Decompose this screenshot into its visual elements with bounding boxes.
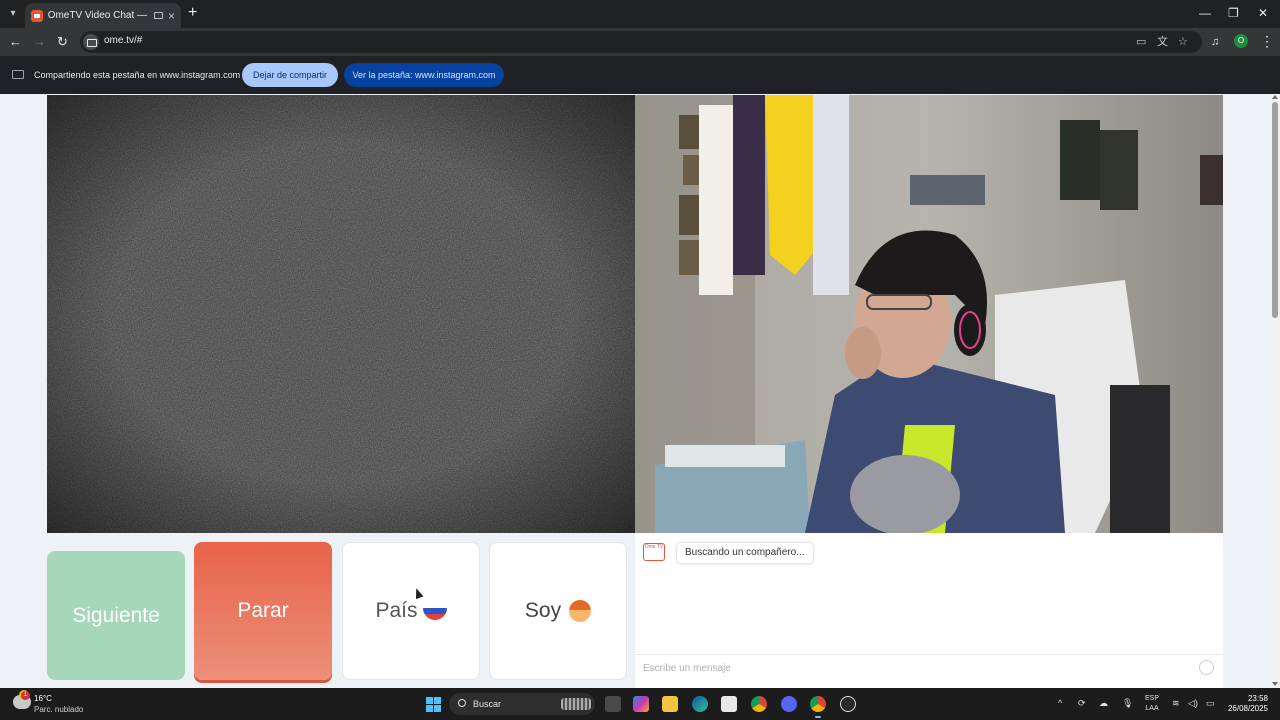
russia-flag-icon	[422, 602, 447, 620]
stop-button[interactable]: Parar	[194, 542, 332, 680]
translate-icon[interactable]: 文	[1157, 34, 1168, 50]
bookmark-star-icon[interactable]: ☆	[1178, 34, 1188, 50]
system-clock[interactable]: 23:58 26/08/2025	[1226, 694, 1268, 714]
stop-sharing-button[interactable]: Dejar de compartir	[242, 63, 338, 87]
emoji-picker-icon[interactable]	[1199, 660, 1214, 675]
site-info-icon[interactable]	[83, 34, 99, 50]
country-button-label: País	[375, 599, 418, 622]
next-button[interactable]: Siguiente	[47, 551, 185, 680]
wifi-icon[interactable]: ≋	[1172, 697, 1180, 709]
sharing-message: Compartiendo esta pestaña en www.instagr…	[34, 70, 241, 80]
url-text[interactable]: ome.tv/#	[104, 35, 142, 46]
next-button-label: Siguiente	[72, 603, 160, 627]
app-icon[interactable]	[840, 696, 856, 712]
task-view-icon[interactable]	[605, 696, 621, 712]
browser-toolbar: ← → ↻ ome.tv/# ▭ 文 ☆ ♫ O ⋮	[0, 28, 1280, 56]
chrome-active-icon[interactable]	[810, 696, 826, 718]
reload-icon[interactable]: ↻	[57, 34, 68, 50]
screen-share-icon	[12, 70, 24, 79]
tab-strip: ▾ OmeTV Video Chat — Ome × + — ❐ ✕	[0, 0, 1280, 28]
chat-panel: Ome TV Buscando un compañero...	[635, 533, 1223, 688]
tab-search-icon[interactable]: ▾	[4, 5, 22, 23]
ometv-favicon-icon	[31, 9, 43, 22]
weather-description[interactable]: Parc. nublado	[34, 705, 83, 714]
tab-sharing-infobar: Compartiendo esta pestaña en www.instagr…	[0, 56, 1280, 94]
weather-badge: 1	[21, 691, 30, 700]
chat-status-message: Buscando un compañero...	[677, 543, 813, 563]
tab-casting-icon	[154, 12, 163, 19]
close-window-button[interactable]: ✕	[1258, 6, 1268, 20]
copilot-icon[interactable]	[633, 696, 649, 712]
ometv-page: Siguiente Parar País Soy Ome TV Buscando…	[0, 94, 1270, 688]
keyboard-layout: LAA	[1145, 705, 1159, 712]
stop-button-label: Parar	[237, 599, 289, 622]
maximize-button[interactable]: ❐	[1228, 6, 1239, 20]
tab-close-icon[interactable]: ×	[168, 10, 175, 22]
view-shared-tab-button[interactable]: Ver la pestaña: www.instagram.com	[344, 63, 504, 87]
search-label: Buscar	[473, 699, 502, 709]
scrollbar-thumb[interactable]	[1272, 102, 1278, 318]
weather-temperature[interactable]: 16°C	[34, 694, 52, 703]
search-icon	[458, 699, 466, 707]
gender-select-button[interactable]: Soy	[489, 542, 627, 680]
scroll-up-arrow-icon[interactable]	[1272, 95, 1278, 99]
cast-icon[interactable]: ▭	[1136, 34, 1146, 50]
ometv-logo-icon: Ome TV	[643, 543, 665, 561]
chat-input-bar	[635, 654, 1223, 680]
windows-taskbar: 1 16°C Parc. nublado Buscar ^ ⟳ ☁ 🎙 ESP …	[0, 688, 1280, 720]
input-language[interactable]: ESP LAA	[1145, 694, 1159, 714]
file-explorer-icon[interactable]	[662, 696, 678, 712]
edge-icon[interactable]	[692, 696, 708, 712]
clock-time: 23:58	[1247, 694, 1268, 703]
country-filter-button[interactable]: País	[342, 542, 480, 680]
volume-icon[interactable]: ◁)	[1188, 697, 1198, 709]
message-input[interactable]	[643, 660, 1183, 676]
microsoft-store-icon[interactable]	[721, 696, 737, 712]
scroll-down-arrow-icon[interactable]	[1272, 682, 1278, 686]
sync-icon[interactable]: ⟳	[1078, 697, 1086, 709]
back-icon[interactable]: ←	[9, 34, 22, 50]
battery-icon[interactable]: ▭	[1206, 697, 1215, 709]
browser-tab[interactable]: OmeTV Video Chat — Ome ×	[25, 3, 181, 28]
taskbar-search[interactable]: Buscar	[449, 693, 595, 715]
boy-emoji-icon	[569, 600, 592, 622]
stranger-video-static	[47, 95, 635, 533]
windows-start-icon[interactable]	[426, 697, 441, 712]
new-tab-button[interactable]: +	[188, 4, 197, 22]
page-scrollbar[interactable]	[1270, 94, 1280, 688]
chrome-icon[interactable]	[751, 696, 767, 712]
own-webcam-video	[635, 95, 1223, 533]
media-controls-icon[interactable]: ♫	[1211, 34, 1219, 50]
profile-avatar[interactable]: O	[1234, 34, 1248, 48]
forward-icon[interactable]: →	[33, 34, 46, 50]
microphone-icon[interactable]: 🎙	[1122, 697, 1133, 709]
static-noise	[47, 95, 635, 533]
search-highlight-icon	[561, 698, 591, 710]
menu-kebab-icon[interactable]: ⋮	[1260, 32, 1274, 50]
language-code: ESP	[1145, 695, 1160, 702]
minimize-button[interactable]: —	[1199, 6, 1211, 20]
onedrive-icon[interactable]: ☁	[1099, 697, 1108, 709]
tray-overflow-chevron-icon[interactable]: ^	[1058, 697, 1062, 709]
clock-date: 26/08/2025	[1227, 704, 1268, 713]
discord-icon[interactable]	[781, 696, 797, 712]
webcam-scene	[635, 95, 1223, 533]
address-bar[interactable]: ome.tv/# ▭ 文 ☆	[80, 31, 1202, 53]
tab-title: OmeTV Video Chat — Ome	[47, 10, 149, 21]
gender-button-label: Soy	[524, 599, 562, 622]
